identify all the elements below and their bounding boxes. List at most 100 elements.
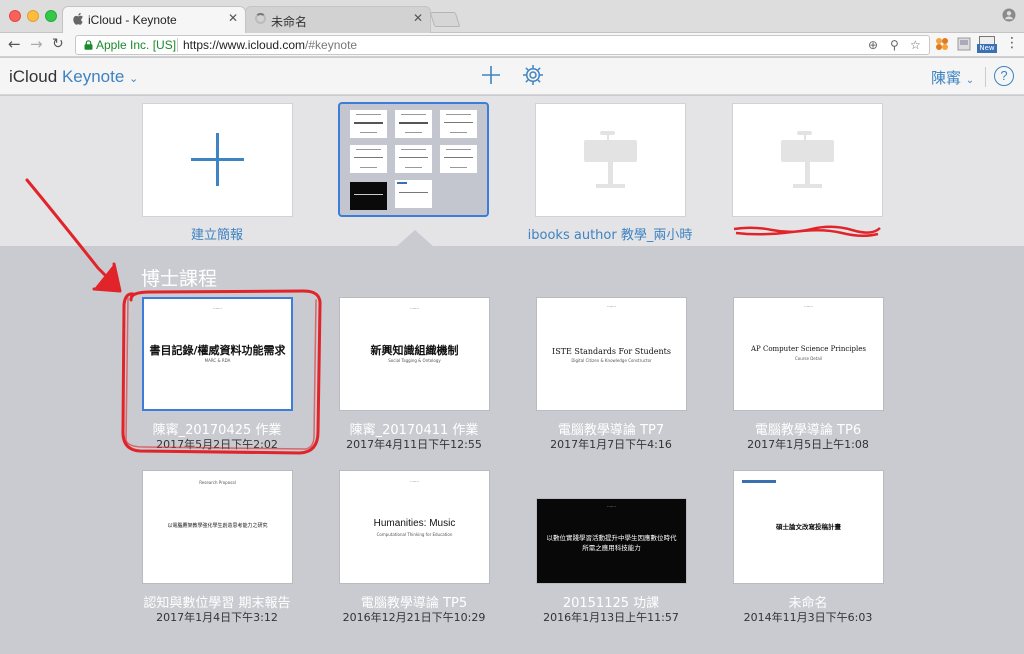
folder-preview-selected[interactable] (338, 102, 489, 217)
doc-date: 2017年1月4日下午3:12 (156, 611, 278, 624)
doc-date: 2016年12月21日下午10:29 (342, 611, 486, 624)
thumb-title: 碩士論文改寫投稿計畫 (776, 523, 841, 531)
doc-date: 2017年1月7日下午4:16 (550, 438, 672, 451)
thumb-header-line: ······· (410, 479, 419, 484)
plus-icon (191, 133, 244, 186)
close-tab-icon[interactable]: ✕ (228, 11, 238, 25)
close-tab-icon[interactable]: ✕ (413, 11, 423, 25)
doc-thumbnail[interactable]: 碩士論文改寫投稿計畫 (734, 471, 883, 583)
thumb-header-line: ······· (607, 304, 616, 309)
divider (985, 67, 986, 87)
doc-title[interactable]: ibooks author 教學_兩小時 (495, 224, 725, 243)
thumb-header-bar (742, 480, 776, 483)
mini-thumb (395, 180, 432, 208)
browser-toolbar: ← → ↻ Apple Inc. [US] https://www.icloud… (0, 33, 1024, 57)
add-presentation-icon[interactable] (481, 65, 501, 85)
new-badge: New (977, 44, 997, 53)
brand-icloud: iCloud (9, 67, 58, 86)
doc-thumbnail[interactable]: ······· ISTE Standards For Students Digi… (537, 298, 686, 410)
user-menu[interactable]: 陳寗 ⌄ (931, 67, 974, 88)
selection-pointer (396, 230, 434, 247)
doc-date: 2014年11月3日下午6:03 (743, 611, 873, 624)
doc-thumbnail[interactable]: Research Proposal 以電腦鷹架教學強化學生創造思考能力之研究 (143, 471, 292, 583)
loading-spinner-icon (255, 13, 266, 24)
mini-thumb (395, 145, 432, 173)
doc-date: 2017年4月11日下午12:55 (346, 438, 482, 451)
thumb-subtitle: Social Tagging & Ontology (388, 358, 441, 363)
extension-puzzle-icon[interactable] (935, 37, 949, 51)
thumb-subtitle: Research Proposal (199, 480, 236, 485)
reload-icon[interactable]: ↻ (52, 36, 64, 52)
thumb-title-line2: 所需之應用科技能力 (582, 544, 641, 552)
forward-arrow-icon[interactable]: → (30, 36, 43, 52)
keynote-podium-icon (584, 131, 637, 188)
create-label[interactable]: 建立簡報 (102, 224, 332, 243)
apple-icon (73, 12, 83, 25)
tab-title: iCloud - Keynote (88, 13, 177, 27)
site-identity: Apple Inc. [US] (96, 38, 177, 52)
thumb-title: 書目記錄/權威資料功能需求 (149, 344, 286, 357)
back-arrow-icon[interactable]: ← (8, 36, 21, 52)
divider (177, 38, 178, 52)
thumb-header-line: ······· (607, 504, 616, 509)
redaction-scribble (733, 225, 881, 237)
thumb-title: ISTE Standards For Students (552, 347, 671, 356)
chevron-down-icon: ⌄ (965, 75, 975, 86)
address-bar[interactable]: Apple Inc. [US] https://www.icloud.com/#… (75, 35, 930, 55)
profile-icon[interactable] (1002, 8, 1016, 22)
browser-tab-bar: iCloud - Keynote ✕ 未命名 ✕ (0, 0, 1024, 33)
doc-date: 2017年1月5日上午1:08 (747, 438, 869, 451)
tab-icloud-keynote[interactable]: iCloud - Keynote ✕ (62, 6, 246, 33)
doc-thumbnail[interactable]: ······· 以數位實踐學習活動提升中學生因應數位時代 所需之應用科技能力 (537, 499, 686, 583)
minimize-window-button[interactable] (27, 10, 39, 22)
menu-dots-icon[interactable]: ⋮ (1005, 35, 1019, 51)
gear-icon[interactable] (522, 64, 544, 86)
thumb-header-line: ······· (213, 306, 222, 311)
lock-icon (84, 40, 93, 50)
app-brand[interactable]: iCloud Keynote ⌄ (9, 67, 138, 87)
brand-keynote: Keynote (61, 67, 125, 86)
thumb-header-line: ······· (410, 306, 419, 311)
tab-title: 未命名 (271, 15, 308, 29)
thumb-title: 新興知識組織機制 (370, 344, 459, 357)
url-text: https://www.icloud.com/#keynote (183, 38, 358, 52)
thumb-subtitle: Course Detail (794, 356, 823, 361)
doc-date: 2016年1月13日上午11:57 (543, 611, 679, 624)
thumb-subtitle: MARC & RDA (204, 358, 231, 363)
bookmark-star-icon[interactable]: ☆ (910, 38, 921, 52)
tab-untitled[interactable]: 未命名 ✕ (245, 6, 431, 33)
mini-thumb (350, 145, 387, 173)
doc-thumbnail[interactable]: ······· Humanities: Music Computational … (340, 471, 489, 583)
mini-thumb (350, 182, 387, 210)
help-button[interactable]: ? (994, 66, 1014, 86)
thumb-title: 以電腦鷹架教學強化學生創造思考能力之研究 (167, 523, 268, 529)
doc-thumbnail[interactable]: ······· 新興知識組織機制 Social Tagging & Ontolo… (340, 298, 489, 410)
folder-title: 博士課程 (141, 268, 218, 290)
keynote-placeholder-thumbnail[interactable] (733, 104, 882, 216)
app-header: iCloud Keynote ⌄ 陳寗 ⌄ ? (0, 58, 1024, 95)
pin-icon[interactable]: ⚲ (890, 38, 899, 52)
thumb-title: Humanities: Music (373, 518, 456, 529)
keynote-podium-icon (781, 131, 834, 188)
new-extension-icon[interactable]: New (977, 36, 997, 54)
zoom-window-button[interactable] (45, 10, 57, 22)
thumb-title: 以數位實踐學習活動提升中學生因應數位時代 (546, 534, 677, 542)
doc-thumbnail[interactable]: ······· 書目記錄/權威資料功能需求 MARC & RDA (142, 297, 293, 411)
keynote-placeholder-thumbnail[interactable] (536, 104, 685, 216)
thumb-header-line: ······· (804, 304, 813, 309)
chevron-down-icon: ⌄ (129, 73, 139, 85)
thumb-subtitle: Digital Citizen & Knowledge Constructor (571, 358, 652, 363)
doc-date: 2017年5月2日下午2:02 (156, 438, 278, 451)
create-thumbnail[interactable] (143, 104, 292, 216)
new-tab-button[interactable] (429, 12, 461, 27)
doc-thumbnail[interactable]: ······· AP Computer Science Principles C… (734, 298, 883, 410)
thumb-subtitle: Computational Thinking for Education (376, 532, 453, 537)
user-name: 陳寗 (931, 69, 962, 87)
thumb-title: AP Computer Science Principles (750, 345, 867, 353)
image-extension-icon[interactable] (957, 37, 971, 51)
location-target-icon[interactable]: ⊕ (868, 38, 878, 52)
mini-thumb (440, 145, 477, 173)
close-window-button[interactable] (9, 10, 21, 22)
top-document-row: 建立簡報 ibooks author 教學_兩小時 (0, 96, 1024, 247)
mini-thumb (350, 110, 387, 138)
